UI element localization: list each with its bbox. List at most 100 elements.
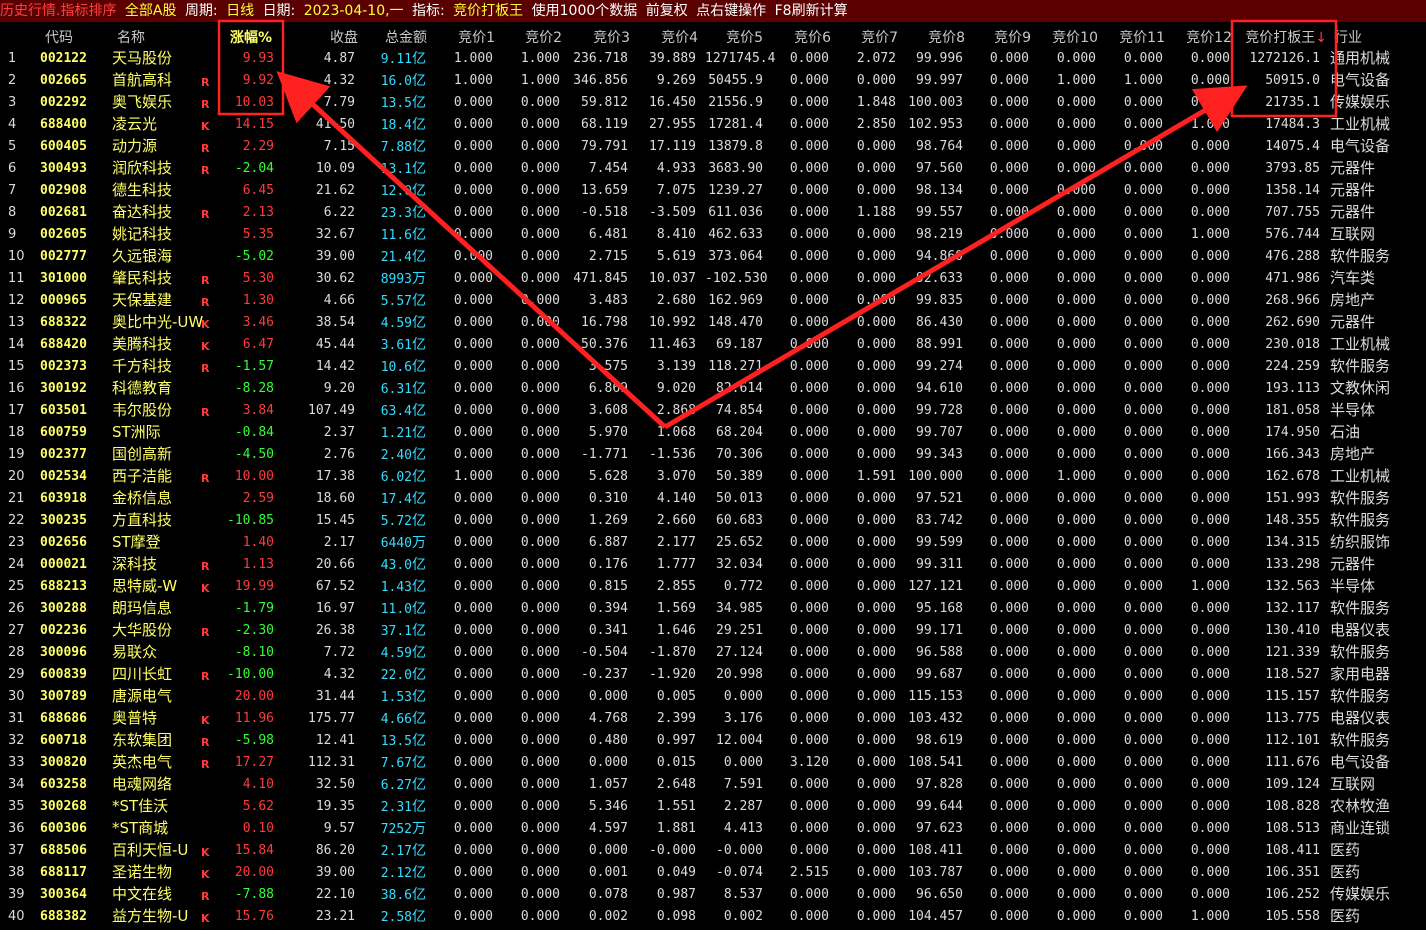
auction-12: 0.000: [1190, 271, 1230, 286]
table-row[interactable]: 15 002373 千方科技 R -1.57 14.42 10.6亿 0.000 0.000 3.…: [0, 356, 1426, 378]
stock-name: 首航高科: [112, 71, 173, 89]
column-header-14[interactable]: 竞价10: [1040, 27, 1098, 47]
column-header-6[interactable]: 竞价2: [505, 27, 562, 47]
scope-label[interactable]: 全部A股: [125, 3, 177, 19]
column-header-0[interactable]: 代码: [45, 27, 85, 47]
industry: 石油: [1330, 423, 1361, 441]
table-row[interactable]: 21 603918 金桥信息 2.59 18.60 17.4亿 0.000 0.000 0.31…: [0, 488, 1426, 510]
adjust-mode[interactable]: 前复权: [646, 3, 688, 19]
table-row[interactable]: 26 300288 朗玛信息 -1.79 16.97 11.0亿 0.000 0.000 0.3…: [0, 598, 1426, 620]
column-header-10[interactable]: 竞价6: [775, 27, 831, 47]
table-row[interactable]: 30 300789 唐源电气 20.00 31.44 1.53亿 0.000 0.000 0.0…: [0, 686, 1426, 708]
column-header-4[interactable]: 总金额: [375, 27, 427, 47]
table-row[interactable]: 11 301000 肇民科技 R 5.30 30.62 8993万 0.000 0.000 471…: [0, 268, 1426, 290]
column-header-11[interactable]: 竞价7: [840, 27, 898, 47]
table-row[interactable]: 6 300493 润欣科技 R -2.04 10.09 13.1亿 0.000 0.000 7.4…: [0, 158, 1426, 180]
auction-11: 0.000: [1123, 513, 1163, 528]
breadcrumb[interactable]: 历史行情.指标排序: [0, 3, 116, 19]
table-row[interactable]: 35 300268 *ST佳沃 5.62 19.35 2.31亿 0.000 0.000 5.3…: [0, 796, 1426, 818]
table-row[interactable]: 7 002908 德生科技 6.45 21.62 12.0亿 0.000 0.000 13.65…: [0, 180, 1426, 202]
auction-11: 0.000: [1123, 491, 1163, 506]
amount-unit: 亿: [412, 777, 426, 793]
row-index: 31: [8, 711, 25, 726]
auction-6: 0.000: [789, 535, 829, 550]
stock-flag: R: [201, 98, 210, 111]
auction-11: 0.000: [1123, 469, 1163, 484]
table-row[interactable]: 10 002777 久远银海 -5.02 39.00 21.4亿 0.000 0.000 2.7…: [0, 246, 1426, 268]
period-value[interactable]: 日线: [226, 3, 254, 19]
auction-7: 0.000: [856, 689, 896, 704]
table-row[interactable]: 32 600718 东软集团 R -5.98 12.41 13.5亿 0.000 0.000 0.…: [0, 730, 1426, 752]
column-header-12[interactable]: 竞价8: [905, 27, 965, 47]
auction-7: 1.848: [856, 95, 896, 110]
table-row[interactable]: 13 688322 奥比中光-UW K 3.46 38.54 4.59亿 0.000 0.000…: [0, 312, 1426, 334]
table-row[interactable]: 17 603501 韦尔股份 R 3.84 107.49 63.4亿 0.000 0.000 3.…: [0, 400, 1426, 422]
auction-9: 0.000: [989, 843, 1029, 858]
row-index: 5: [8, 139, 17, 154]
auction-king-value: 262.690: [1265, 315, 1320, 330]
auction-11: 0.000: [1123, 733, 1163, 748]
column-header-1[interactable]: 名称: [117, 27, 177, 47]
auction-6: 0.000: [789, 601, 829, 616]
close-price: 12.41: [315, 733, 355, 748]
date-label: 日期:: [262, 3, 296, 19]
table-row[interactable]: 1 002122 天马股份 9.93 4.87 9.11亿 1.000 1.000 236.71…: [0, 48, 1426, 70]
amount-unit: 亿: [412, 227, 426, 243]
auction-6: 0.000: [789, 645, 829, 660]
column-header-16[interactable]: 竞价12: [1170, 27, 1232, 47]
auction-3: 0.815: [588, 579, 628, 594]
table-row[interactable]: 24 000021 深科技 R 1.13 20.66 43.0亿 0.000 0.000 0.17…: [0, 554, 1426, 576]
column-header-8[interactable]: 竞价4: [640, 27, 698, 47]
auction-10: 0.000: [1056, 535, 1096, 550]
table-row[interactable]: 2 002665 首航高科 R 9.92 4.32 16.0亿 1.000 1.000 346.8…: [0, 70, 1426, 92]
column-header-18[interactable]: 行业: [1334, 27, 1394, 47]
auction-9: 0.000: [989, 447, 1029, 462]
column-header-9[interactable]: 竞价5: [705, 27, 763, 47]
table-row[interactable]: 34 603258 电魂网络 4.10 32.50 6.27亿 0.000 0.000 1.05…: [0, 774, 1426, 796]
stock-code: 300364: [40, 887, 87, 902]
column-header-5[interactable]: 竞价1: [440, 27, 495, 47]
table-row[interactable]: 40 688382 益方生物-U K 15.76 23.21 2.58亿 0.000 0.000…: [0, 906, 1426, 928]
column-header-17[interactable]: 竞价打板王↓: [1233, 27, 1327, 47]
column-header-7[interactable]: 竞价3: [570, 27, 630, 47]
amount-unit: 亿: [412, 843, 426, 859]
close-price: 17.38: [315, 469, 355, 484]
auction-10: 0.000: [1056, 887, 1096, 902]
table-row[interactable]: 20 002534 西子洁能 R 10.00 17.38 6.02亿 1.000 0.000 5.…: [0, 466, 1426, 488]
auction-6: 0.000: [789, 117, 829, 132]
table-row[interactable]: 16 300192 科德教育 -8.28 9.20 6.31亿 0.000 0.000 6.86…: [0, 378, 1426, 400]
column-header-2[interactable]: 涨幅%: [222, 27, 280, 47]
table-row[interactable]: 27 002236 大华股份 R -2.30 26.38 37.1亿 0.000 0.000 0.…: [0, 620, 1426, 642]
table-row[interactable]: 33 300820 英杰电气 R 17.27 112.31 7.67亿 0.000 0.000 0…: [0, 752, 1426, 774]
auction-11: 0.000: [1123, 689, 1163, 704]
table-row[interactable]: 29 600839 四川长虹 R -10.00 4.32 22.0亿 0.000 0.000 -0…: [0, 664, 1426, 686]
indicator-value[interactable]: 竞价打板王: [453, 3, 523, 19]
table-row[interactable]: 28 300096 易联众 -8.10 7.72 4.59亿 0.000 0.000 -0.50…: [0, 642, 1426, 664]
table-row[interactable]: 38 688117 圣诺生物 K 20.00 39.00 2.12亿 0.000 0.000 0.…: [0, 862, 1426, 884]
table-row[interactable]: 19 002377 国创高新 -4.50 2.76 2.40亿 0.000 0.000 -1.7…: [0, 444, 1426, 466]
table-row[interactable]: 25 688213 思特威-W K 19.99 67.52 1.43亿 0.000 0.000 0…: [0, 576, 1426, 598]
auction-12: 0.000: [1190, 667, 1230, 682]
date-value[interactable]: 2023-04-10,一: [304, 3, 404, 19]
table-row[interactable]: 22 300235 方直科技 -10.85 15.45 5.72亿 0.000 0.000 1.…: [0, 510, 1426, 532]
auction-5: 21556.9: [708, 95, 763, 110]
table-row[interactable]: 9 002605 姚记科技 5.35 32.67 11.6亿 0.000 0.000 6.481…: [0, 224, 1426, 246]
table-row[interactable]: 8 002681 奋达科技 R 2.13 6.22 23.3亿 0.000 0.000 -0.51…: [0, 202, 1426, 224]
auction-7: 0.000: [856, 271, 896, 286]
table-row[interactable]: 14 688420 美腾科技 K 6.47 45.44 3.61亿 0.000 0.000 50.…: [0, 334, 1426, 356]
table-row[interactable]: 31 688686 奥普特 K 11.96 175.77 4.66亿 0.000 0.000 4.…: [0, 708, 1426, 730]
table-row[interactable]: 18 600759 ST洲际 -0.84 2.37 1.21亿 0.000 0.000 5.97…: [0, 422, 1426, 444]
column-header-13[interactable]: 竞价9: [975, 27, 1031, 47]
column-header-15[interactable]: 竞价11: [1105, 27, 1165, 47]
table-row[interactable]: 12 000965 天保基建 R 1.30 4.66 5.57亿 0.000 0.000 3.48…: [0, 290, 1426, 312]
table-row[interactable]: 23 002656 ST摩登 1.40 2.17 6440万 0.000 0.000 6.887…: [0, 532, 1426, 554]
table-row[interactable]: 37 688506 百利天恒-U K 15.84 86.20 2.17亿 0.000 0.000…: [0, 840, 1426, 862]
auction-10: 0.000: [1056, 337, 1096, 352]
table-row[interactable]: 39 300364 中文在线 R -7.88 22.10 38.6亿 0.000 0.000 0.…: [0, 884, 1426, 906]
table-row[interactable]: 4 688400 凌云光 K 14.15 41.50 18.4亿 0.000 0.000 68.1…: [0, 114, 1426, 136]
close-price: 38.54: [315, 315, 355, 330]
table-row[interactable]: 5 600405 动力源 R 2.29 7.15 7.88亿 0.000 0.000 79.791…: [0, 136, 1426, 158]
column-header-3[interactable]: 收盘: [310, 27, 358, 47]
table-row[interactable]: 36 600306 *ST商城 0.10 9.57 7252万 0.000 0.000 4.59…: [0, 818, 1426, 840]
table-row[interactable]: 3 002292 奥飞娱乐 R 10.03 7.79 13.5亿 0.000 0.000 59.8…: [0, 92, 1426, 114]
